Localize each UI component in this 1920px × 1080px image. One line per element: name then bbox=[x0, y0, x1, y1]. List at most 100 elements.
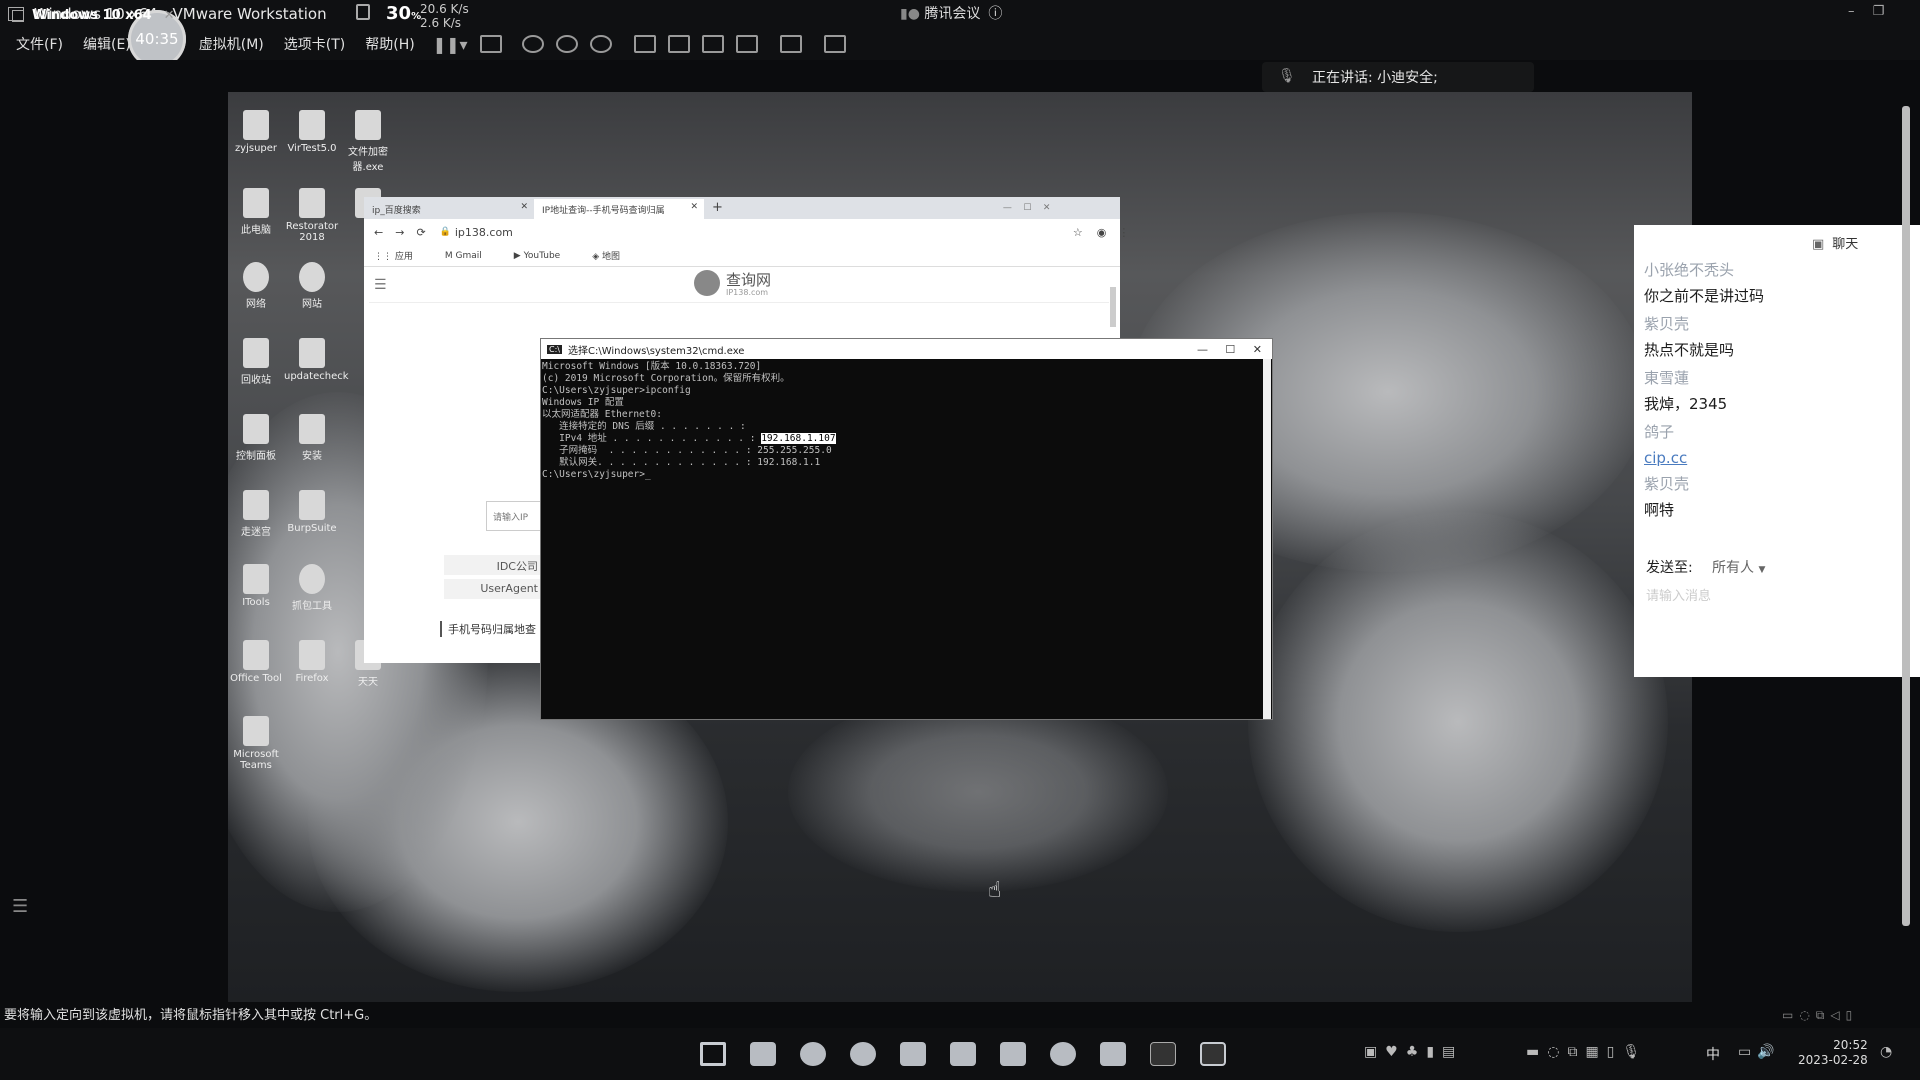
explorer-icon[interactable] bbox=[750, 1042, 776, 1066]
bookmark-gmail[interactable]: M Gmail bbox=[445, 251, 498, 261]
snapshot-icon[interactable] bbox=[521, 35, 544, 53]
vmware-taskbar-icon[interactable] bbox=[1200, 1042, 1226, 1066]
desktop-icon-label: 网络 bbox=[246, 299, 266, 310]
browser-scrollbar[interactable] bbox=[1110, 287, 1116, 327]
desktop-icon-install[interactable]: 安装 bbox=[284, 414, 340, 462]
menu-tabs[interactable]: 选项卡(T) bbox=[280, 34, 349, 54]
start-icon[interactable] bbox=[700, 1042, 726, 1066]
hamburger-icon[interactable]: ☰ bbox=[374, 277, 387, 293]
network-volume-icons[interactable]: ▭🔊 bbox=[1738, 1044, 1781, 1060]
app-icon[interactable] bbox=[900, 1042, 926, 1066]
vm-scrollbar[interactable] bbox=[1902, 106, 1910, 926]
desktop-icon-control-panel[interactable]: 控制面板 bbox=[228, 414, 284, 462]
desktop-icon-burpsuite[interactable]: BurpSuite bbox=[284, 490, 340, 534]
device-status-icons[interactable]: ▭◌⧉◁▯ bbox=[1782, 1008, 1858, 1023]
close-icon[interactable]: ✕ bbox=[520, 202, 528, 212]
tray-system-icons[interactable]: ▬◌⧉▦▯🎙 bbox=[1526, 1044, 1648, 1060]
star-icon[interactable]: ☆ bbox=[1073, 226, 1083, 239]
speaking-indicator: 🎙 正在讲话: 小迪安全; bbox=[1262, 62, 1534, 92]
desktop-icon-office-tool[interactable]: Office Tool bbox=[228, 640, 284, 684]
unity-icon[interactable] bbox=[735, 35, 758, 53]
game-icon[interactable] bbox=[1100, 1042, 1126, 1066]
desktop-icon-itools[interactable]: ITools bbox=[228, 564, 284, 608]
cmd-prompt[interactable]: C:\Users\zyjsuper>_ bbox=[542, 469, 1272, 481]
cmd-output[interactable]: Microsoft Windows [版本 10.0.18363.720] (c)… bbox=[541, 359, 1272, 481]
desktop-icon-firefox[interactable]: Firefox bbox=[284, 640, 340, 684]
maximize-icon[interactable]: ❐ bbox=[1873, 4, 1885, 19]
ime-indicator[interactable]: 中 bbox=[1706, 1044, 1720, 1064]
cmd-window[interactable]: C:\ 选择C:\Windows\system32\cmd.exe — ☐ ✕ … bbox=[540, 338, 1273, 720]
phone-lookup-heading[interactable]: 手机号码归属地查 bbox=[440, 621, 536, 637]
chat-message: 我焯，2345 bbox=[1644, 395, 1728, 413]
terminal-icon[interactable] bbox=[1150, 1042, 1176, 1066]
ip-input[interactable]: 请输入IP bbox=[486, 501, 546, 531]
forward-icon[interactable]: → bbox=[395, 226, 404, 239]
snapshot-manager-icon[interactable] bbox=[589, 35, 612, 53]
desktop-icon-restorator[interactable]: Restorator 2018 bbox=[284, 188, 340, 243]
fullscreen-icon[interactable] bbox=[701, 35, 724, 53]
browser-tab-ip138[interactable]: IP地址查询--手机号码查询归属 ✕ bbox=[534, 199, 704, 219]
menu-dots-icon[interactable]: ⋮ bbox=[1118, 226, 1129, 239]
desktop-icon-updatecheck[interactable]: updatecheck bbox=[284, 338, 349, 382]
back-icon[interactable]: ← bbox=[374, 226, 383, 239]
list-icon[interactable]: ☰ bbox=[12, 896, 28, 917]
desktop-icon-zyjsuper[interactable]: zyjsuper bbox=[228, 110, 284, 154]
pause-icon[interactable]: ❚❚▾ bbox=[433, 35, 468, 54]
bookmark-apps[interactable]: ⋮⋮ 应用 bbox=[374, 249, 429, 262]
ipv4-value[interactable]: 192.168.1.107 bbox=[761, 433, 836, 444]
menu-vm[interactable]: 虚拟机(M) bbox=[195, 34, 268, 54]
profile-icon[interactable]: ◉ bbox=[1097, 226, 1107, 239]
thumbnail-icon[interactable] bbox=[667, 35, 690, 53]
desktop-icon-capture[interactable]: 抓包工具 bbox=[284, 564, 340, 612]
library-icon[interactable] bbox=[633, 35, 656, 53]
desktop-icon-network[interactable]: 网络 bbox=[228, 262, 284, 310]
desktop-icon-virtest[interactable]: VirTest5.0 bbox=[284, 110, 340, 154]
steam-icon[interactable] bbox=[1050, 1042, 1076, 1066]
menu-help[interactable]: 帮助(H) bbox=[361, 34, 418, 54]
chrome-icon[interactable] bbox=[850, 1042, 876, 1066]
notification-icon[interactable]: ◔ bbox=[1880, 1044, 1892, 1060]
window-controls[interactable]: – ❐ bbox=[1848, 4, 1884, 19]
chat-panel[interactable]: ▣ 聊天 小张绝不秃头 你之前不是讲过码 紫贝壳 热点不就是吗 東雪蓮 我焯，23… bbox=[1634, 225, 1920, 677]
menu-file[interactable]: 文件(F) bbox=[12, 34, 67, 54]
browser-tab-baidu[interactable]: ip_百度搜索 ✕ bbox=[364, 199, 534, 219]
cmd-line: Windows IP 配置 bbox=[542, 397, 624, 408]
minimize-icon[interactable]: – bbox=[1848, 4, 1855, 19]
tray-app-icons[interactable]: ▣♥♣▮▤ bbox=[1364, 1044, 1463, 1060]
browser-window-controls[interactable]: — ☐ ✕ bbox=[1003, 203, 1051, 213]
info-icon[interactable]: ⓘ bbox=[988, 6, 1002, 22]
reload-icon[interactable]: ⟳ bbox=[416, 226, 425, 239]
menu-edit[interactable]: 编辑(E) bbox=[79, 34, 135, 54]
cmd-line: (c) 2019 Microsoft Corporation。保留所有权利。 bbox=[542, 373, 790, 384]
close-tab-icon[interactable]: ✕ bbox=[164, 8, 175, 23]
chat-input[interactable]: 请输入消息 bbox=[1646, 585, 1711, 604]
desktop-icon-this-pc[interactable]: 此电脑 bbox=[228, 188, 284, 236]
site-logo[interactable]: 查询网 IP138.com bbox=[694, 269, 771, 297]
bookmark-youtube[interactable]: ▶ YouTube bbox=[514, 251, 576, 261]
close-icon[interactable]: ✕ bbox=[690, 202, 698, 212]
cmd-scrollbar[interactable] bbox=[1263, 359, 1271, 719]
console-icon[interactable] bbox=[779, 35, 802, 53]
vm-tab[interactable]: Windows 10 x64 ✕ bbox=[12, 8, 175, 23]
photos-icon[interactable] bbox=[1000, 1042, 1026, 1066]
cmd-window-controls[interactable]: — ☐ ✕ bbox=[1197, 343, 1262, 356]
chat-message-link[interactable]: cip.cc bbox=[1644, 449, 1687, 467]
desktop-icon-maze[interactable]: 走迷宫 bbox=[228, 490, 284, 538]
desktop-icon-encryptor[interactable]: 文件加密器.exe bbox=[340, 110, 396, 173]
stretch-icon[interactable] bbox=[823, 35, 846, 53]
new-tab-icon[interactable]: + bbox=[712, 200, 723, 215]
desktop-icon-recycle-bin[interactable]: 回收站 bbox=[228, 338, 284, 386]
meeting-indicator[interactable]: ▮● 腾讯会议 ⓘ bbox=[900, 3, 1002, 23]
meeting-label: 腾讯会议 bbox=[924, 6, 981, 22]
system-clock[interactable]: 20:52 2023-02-28 bbox=[1798, 1038, 1868, 1068]
url-field[interactable]: ip138.com bbox=[455, 226, 513, 239]
bookmark-label: Gmail bbox=[455, 250, 482, 261]
send-keys-icon[interactable] bbox=[479, 35, 502, 53]
desktop-icon-site[interactable]: 网站 bbox=[284, 262, 340, 310]
desktop-icon-teams[interactable]: Microsoft Teams bbox=[228, 716, 284, 771]
bookmark-maps[interactable]: ◈ 地图 bbox=[592, 249, 636, 262]
revert-snapshot-icon[interactable] bbox=[555, 35, 578, 53]
edge-icon[interactable] bbox=[800, 1042, 826, 1066]
store-icon[interactable] bbox=[950, 1042, 976, 1066]
send-to-select[interactable]: 所有人 ▼ bbox=[1712, 557, 1765, 577]
